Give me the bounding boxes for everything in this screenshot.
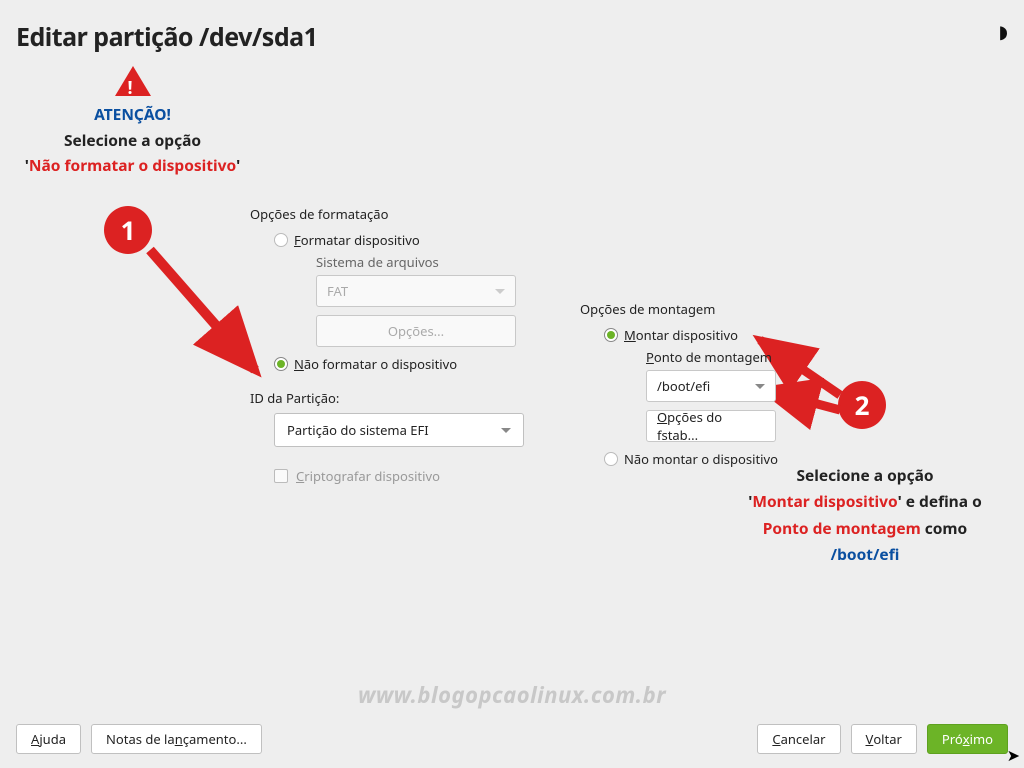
annot1-line2: 'Não formatar o dispositivo' <box>0 153 265 179</box>
radio-format-label: Formatar dispositivo <box>294 231 420 249</box>
cancel-button[interactable]: Cancelar <box>757 724 840 754</box>
radio-format-device[interactable]: Formatar dispositivo <box>274 231 520 249</box>
theme-toggle-icon[interactable]: ◗ <box>999 20 1008 44</box>
mount-point-label: Ponto de montagem <box>646 348 840 366</box>
partition-id-value: Partição do sistema EFI <box>287 421 429 439</box>
badge-one: 1 <box>104 206 152 254</box>
annot2-line2: 'Montar dispositivo' e defina o <box>720 488 1010 514</box>
radio-selected-icon <box>604 328 618 342</box>
filesystem-combo: FAT <box>316 275 516 307</box>
mount-point-value: /boot/efi <box>657 377 710 395</box>
format-section-label: Opções de formatação <box>250 205 520 223</box>
badge-two: 2 <box>838 381 886 429</box>
filesystem-value: FAT <box>327 282 348 300</box>
radio-mount-device[interactable]: Montar dispositivo <box>604 326 840 344</box>
chevron-down-icon <box>495 289 505 294</box>
radio-mount-label: Montar dispositivo <box>624 326 738 344</box>
fstab-options-label: Opções do fstab... <box>657 408 765 444</box>
watermark-text: www.blogopcaolinux.com.br <box>0 680 1024 710</box>
mouse-cursor-icon: ➤ <box>1007 744 1020 766</box>
annot1-attention: ATENÇÃO! <box>0 102 265 128</box>
next-button[interactable]: Próximo <box>927 724 1008 754</box>
release-notes-button[interactable]: Notas de lançamento... <box>91 724 262 754</box>
partition-id-combo[interactable]: Partição do sistema EFI <box>274 413 524 447</box>
checkbox-icon <box>274 469 288 483</box>
encrypt-device-checkbox: Criptografar dispositivo <box>274 467 520 485</box>
radio-icon <box>604 452 618 466</box>
fs-options-button: Opções... <box>316 315 516 347</box>
filesystem-label: Sistema de arquivos <box>316 253 520 271</box>
fstab-options-button[interactable]: Opções do fstab... <box>646 410 776 442</box>
page-title: Editar partição /dev/sda1 <box>16 20 317 54</box>
chevron-down-icon <box>501 428 511 433</box>
annot1-line1: Selecione a opção <box>0 128 265 154</box>
radio-icon <box>274 233 288 247</box>
annot2-line3: Ponto de montagem como <box>720 515 1010 541</box>
fs-options-label: Opções... <box>388 322 444 340</box>
annotation-two: Selecione a opção 'Montar dispositivo' e… <box>720 462 1010 567</box>
radio-selected-icon <box>274 357 288 371</box>
footer-bar: Ajuda Notas de lançamento... Cancelar Vo… <box>16 724 1008 754</box>
mount-point-combo[interactable]: /boot/efi <box>646 370 776 402</box>
encrypt-label: Criptografar dispositivo <box>296 467 440 485</box>
partition-id-label: ID da Partição: <box>250 389 520 407</box>
help-button[interactable]: Ajuda <box>16 724 81 754</box>
annotation-one: ATENÇÃO! Selecione a opção 'Não formatar… <box>0 66 265 179</box>
back-button[interactable]: Voltar <box>851 724 917 754</box>
warning-icon <box>115 66 151 96</box>
chevron-down-icon <box>755 384 765 389</box>
radio-no-format-label: Não formatar o dispositivo <box>294 355 457 373</box>
annot2-path: /boot/efi <box>720 541 1010 567</box>
radio-no-mount-label: Não montar o dispositivo <box>624 450 778 468</box>
mount-section-label: Opções de montagem <box>580 300 840 318</box>
radio-no-mount[interactable]: Não montar o dispositivo <box>604 450 840 468</box>
radio-no-format[interactable]: Não formatar o dispositivo <box>274 355 520 373</box>
